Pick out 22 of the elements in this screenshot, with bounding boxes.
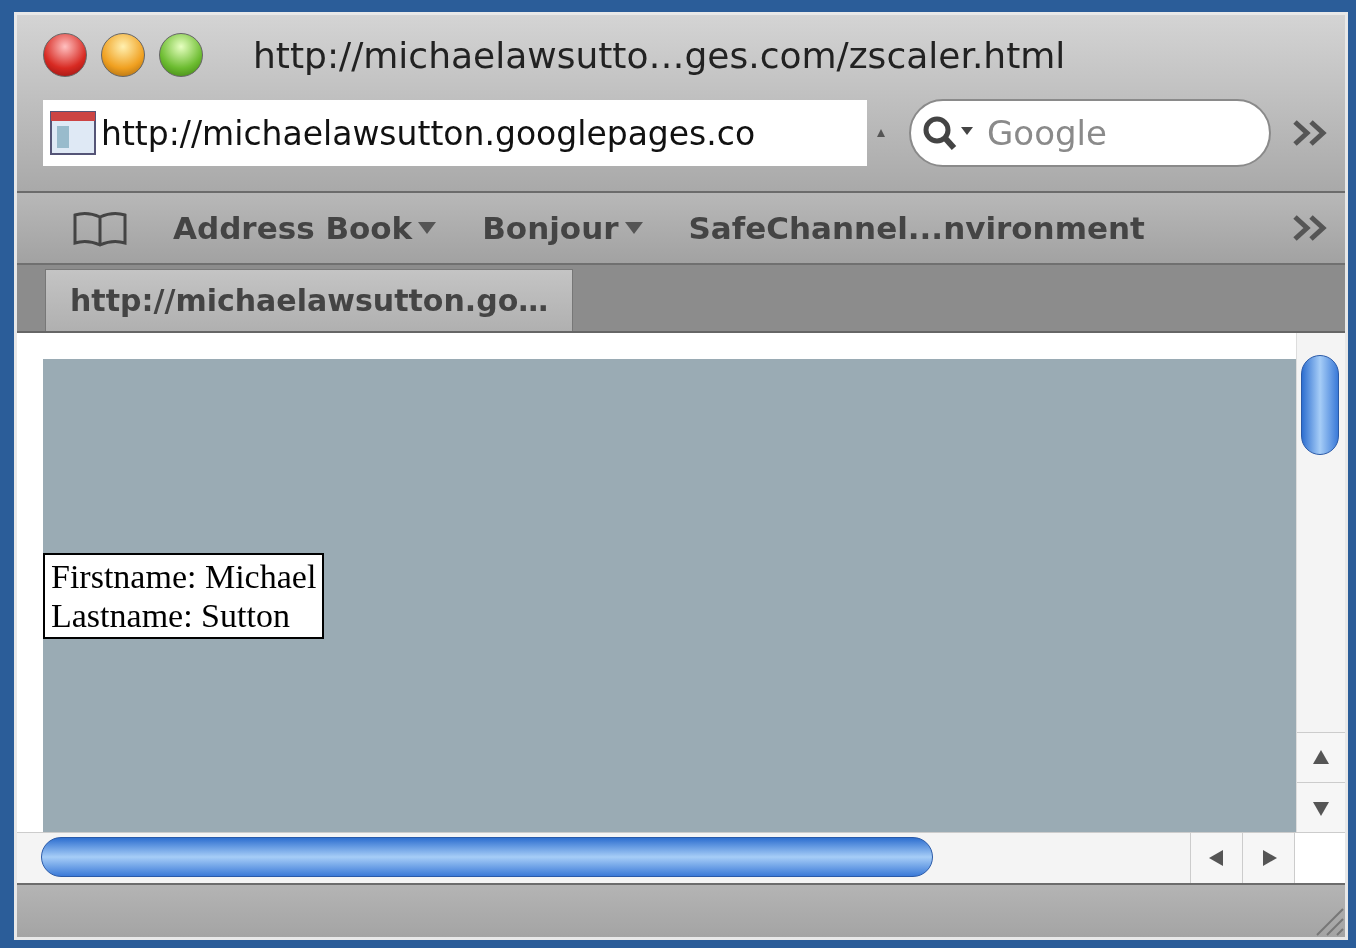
minimize-button[interactable] <box>101 33 145 77</box>
window-title: http://michaelawsutto…ges.com/zscaler.html <box>253 34 1066 76</box>
name-line: Firstname: Michael <box>51 556 317 596</box>
scroll-thumb[interactable] <box>1301 355 1339 455</box>
close-button[interactable] <box>43 33 87 77</box>
webpage-icon <box>49 108 97 158</box>
bookmark-item[interactable]: Bonjour <box>482 210 645 246</box>
address-field[interactable]: http://michaelawsutton.googlepages.co <box>43 100 867 166</box>
bookmark-item[interactable]: SafeChannel...nvironment <box>688 210 1145 246</box>
bookmark-item[interactable]: Address Book <box>173 210 439 246</box>
zoom-button[interactable] <box>159 33 203 77</box>
caret-icon <box>875 127 887 139</box>
search-field[interactable]: Google <box>909 99 1271 167</box>
bookmarks-book-icon[interactable] <box>71 209 129 247</box>
horizontal-scrollbar[interactable] <box>17 833 1190 883</box>
caret-icon <box>416 220 439 236</box>
name-line: Lastname: Sutton <box>51 595 291 635</box>
scroll-right-button[interactable] <box>1242 833 1294 883</box>
caret-icon <box>622 220 645 236</box>
scroll-left-button[interactable] <box>1190 833 1242 883</box>
scroll-thumb[interactable] <box>41 837 933 877</box>
tab[interactable]: http://michaelawsutton.go… <box>45 269 574 331</box>
